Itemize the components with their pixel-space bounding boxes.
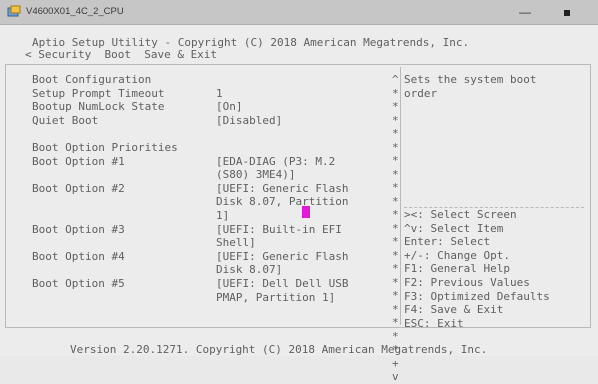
minimize-button[interactable]: — [508,2,542,22]
setting-value[interactable]: PMAP, Partition 1] [216,291,335,304]
setting-label[interactable]: Quiet Boot [32,114,98,127]
setting-value[interactable]: Shell] [216,236,256,249]
help-key-line: +/-: Change Opt. [404,248,510,262]
help-key-line: ^v: Select Item [404,221,504,235]
setting-label[interactable]: Boot Option #3 [32,223,125,236]
bios-nav-tabs[interactable]: < Security Boot Save & Exit [25,48,217,61]
setting-label: Boot Configuration [32,73,152,86]
setting-value[interactable]: [UEFI: Generic Flash [216,182,348,195]
setting-value[interactable]: [UEFI: Built-in EFI [216,223,342,236]
bios-screen: Aptio Setup Utility - Copyright (C) 2018… [0,25,598,383]
setting-value[interactable]: [On] [216,100,243,113]
setting-value[interactable]: (S80) 3ME4)] [216,168,295,181]
help-key-line: ><: Select Screen [404,208,517,221]
frame-bottom-border [5,327,591,328]
help-key-line: F4: Save & Exit [404,303,504,317]
app-icon [7,5,21,17]
help-description-line: Sets the system boot [404,73,537,86]
setting-label[interactable]: Setup Prompt Timeout [32,87,164,100]
help-key-line: Enter: Select [404,235,491,249]
help-key-line: ESC: Exit [404,316,464,330]
setting-label: Boot Option Priorities [32,141,178,154]
help-panel-divider [400,67,401,325]
frame-top-border [5,64,591,65]
setting-value[interactable]: [UEFI: Dell Dell USB [216,277,348,290]
setting-label[interactable]: Boot Option #2 [32,182,125,195]
setting-value[interactable]: [UEFI: Generic Flash [216,250,348,263]
maximize-icon [564,10,570,16]
help-key-line: F1: General Help [404,262,510,276]
setting-value[interactable]: Disk 8.07] [216,263,282,276]
setting-label[interactable]: Boot Option #4 [32,250,125,263]
setting-value[interactable]: [Disabled] [216,114,282,127]
setting-value[interactable]: [EDA-DIAG (P3: M.2 [216,155,335,168]
help-description-line: order [404,86,438,100]
setting-value[interactable]: Disk 8.07, Partition [216,195,348,208]
setting-value[interactable]: 1 [216,87,223,100]
maximize-button[interactable] [550,2,584,22]
scroll-indicator[interactable]: ^ * * * * * * * * * * * * * * * * * * * … [392,73,399,384]
window-title: V4600X01_4C_2_CPU [26,6,124,17]
setting-label[interactable]: Boot Option #1 [32,155,125,168]
help-key-line: F3: Optimized Defaults [404,289,550,303]
help-key-line: F2: Previous Values [404,276,530,289]
setting-value[interactable]: 1] [216,209,229,222]
text-cursor [302,206,310,218]
frame-right-border [590,64,591,327]
frame-left-border [5,64,6,327]
setting-label[interactable]: Boot Option #5 [32,277,125,290]
setting-label[interactable]: Bootup NumLock State [32,100,164,113]
window-titlebar: V4600X01_4C_2_CPU — [0,0,598,25]
bios-footer: Version 2.20.1271. Copyright (C) 2018 Am… [70,343,488,356]
